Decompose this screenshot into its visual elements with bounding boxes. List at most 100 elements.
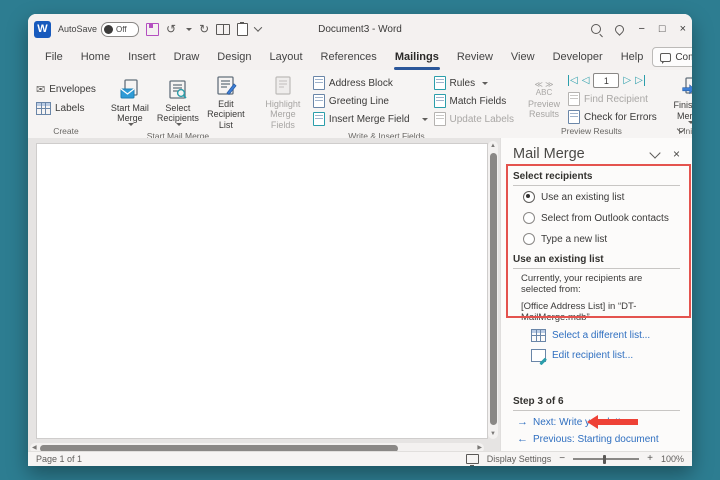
pane-chevron-icon[interactable] (649, 147, 660, 158)
select-recipients-heading: Select recipients (513, 166, 680, 186)
group-label-create: Create (32, 125, 100, 138)
last-record-button[interactable]: ▷ (635, 76, 645, 86)
pane-close-icon[interactable]: × (673, 148, 680, 160)
greeting-line-icon (313, 94, 325, 108)
start-mail-merge-icon (118, 79, 142, 101)
read-mode-icon[interactable] (216, 24, 230, 35)
search-icon[interactable] (591, 24, 601, 34)
tab-review[interactable]: Review (448, 44, 502, 70)
match-fields-icon (434, 94, 446, 108)
autosave-toggle[interactable]: AutoSave Off (58, 22, 139, 37)
undo-icon[interactable]: ↺ (166, 23, 176, 35)
ribbon: ✉ Envelopes Labels Create (28, 70, 692, 139)
update-labels-icon (434, 112, 446, 126)
maximize-button[interactable]: □ (659, 24, 666, 35)
document-page[interactable] (36, 143, 488, 439)
preview-results-button[interactable]: ≪ ≫ ABC Preview Results (523, 78, 565, 120)
zoom-in-button[interactable]: + (647, 454, 653, 464)
quick-access-chevron-icon[interactable] (254, 23, 262, 31)
tab-design[interactable]: Design (208, 44, 260, 70)
radio-selected-icon[interactable] (523, 191, 535, 203)
check-for-errors-button[interactable]: Check for Errors (568, 110, 657, 125)
radio-select-from-outlook[interactable]: Select from Outlook contacts (513, 207, 680, 228)
comments-label: Comments (675, 52, 692, 63)
tab-help[interactable]: Help (612, 44, 653, 70)
tab-file[interactable]: File (36, 44, 72, 70)
first-record-button[interactable]: ◁ (568, 76, 578, 86)
tab-layout[interactable]: Layout (261, 44, 312, 70)
update-labels-button[interactable]: Update Labels (434, 112, 515, 127)
insert-merge-field-button[interactable]: Insert Merge Field (313, 112, 428, 127)
edit-recipient-list-button[interactable]: Edit Recipient List (202, 72, 250, 130)
address-block-button[interactable]: Address Block (313, 76, 428, 91)
zoom-level[interactable]: 100% (661, 454, 684, 464)
edit-recipient-list-link[interactable]: Edit recipient list... (513, 345, 680, 365)
check-for-errors-icon (568, 110, 580, 124)
select-recipients-button[interactable]: Select Recipients (154, 76, 202, 127)
edit-recipient-list-icon (214, 75, 238, 97)
zoom-slider[interactable] (573, 458, 639, 460)
autosave-label: AutoSave (58, 24, 97, 34)
address-block-icon (313, 76, 325, 90)
envelope-icon: ✉ (36, 83, 45, 96)
close-button[interactable]: × (680, 24, 686, 35)
rules-button[interactable]: Rules (434, 76, 515, 91)
vertical-scrollbar[interactable]: ▲ ▼ (488, 141, 498, 439)
radio-icon[interactable] (523, 212, 535, 224)
tab-insert[interactable]: Insert (119, 44, 165, 70)
scroll-up-icon[interactable]: ▲ (488, 143, 498, 149)
previous-arrow-icon: ← (517, 434, 528, 445)
previous-step-link[interactable]: ← Previous: Starting document (513, 428, 680, 445)
page-indicator[interactable]: Page 1 of 1 (36, 454, 82, 464)
recipients-caption: Currently, your recipients are selected … (513, 269, 680, 297)
insert-merge-field-caret-icon (422, 118, 428, 121)
autosave-state: Off (116, 25, 127, 34)
start-mail-merge-button[interactable]: Start Mail Merge (106, 76, 154, 127)
highlight-merge-fields-button[interactable]: Highlight Merge Fields (256, 72, 310, 130)
edit-list-icon (531, 349, 546, 362)
title-bar: W AutoSave Off ↺ ↻ Document3 - Word − □ … (28, 14, 692, 44)
tab-mailings[interactable]: Mailings (386, 44, 448, 70)
match-fields-button[interactable]: Match Fields (434, 94, 515, 109)
next-step-link[interactable]: → Next: Write your letter (513, 411, 680, 428)
zoom-slider-thumb[interactable] (603, 455, 606, 464)
status-bar: Page 1 of 1 Display Settings − + 100% (28, 451, 692, 466)
clipboard-icon[interactable] (237, 23, 248, 36)
tab-draw[interactable]: Draw (165, 44, 209, 70)
next-record-button[interactable]: ▷ (623, 76, 631, 86)
previous-record-button[interactable]: ◁ (582, 76, 590, 86)
select-recipients-icon (166, 79, 190, 101)
tab-view[interactable]: View (502, 44, 544, 70)
radio-type-new-list[interactable]: Type a new list (513, 228, 680, 249)
find-recipient-button[interactable]: Find Recipient (568, 92, 657, 107)
greeting-line-button[interactable]: Greeting Line (313, 94, 428, 109)
radio-use-existing-list[interactable]: Use an existing list (513, 186, 680, 207)
tab-home[interactable]: Home (72, 44, 119, 70)
use-existing-list-heading: Use an existing list (513, 249, 680, 269)
scroll-down-icon[interactable]: ▼ (488, 431, 498, 437)
tab-references[interactable]: References (312, 44, 386, 70)
radio-icon[interactable] (523, 233, 535, 245)
redo-icon[interactable]: ↻ (199, 23, 209, 35)
record-number-input[interactable] (593, 73, 619, 88)
undo-caret-icon[interactable] (186, 28, 192, 31)
zoom-out-button[interactable]: − (559, 454, 565, 464)
comments-button[interactable]: Comments (652, 47, 692, 67)
labels-button[interactable]: Labels (36, 102, 96, 115)
recipients-source: [Office Address List] in “DT-MailMerge.m… (513, 297, 680, 325)
minimize-button[interactable]: − (638, 24, 644, 35)
start-mail-merge-caret-icon (128, 123, 134, 126)
tab-developer[interactable]: Developer (544, 44, 612, 70)
vertical-scroll-thumb[interactable] (490, 153, 497, 425)
presence-pin-icon[interactable] (614, 23, 627, 36)
labels-icon (36, 102, 51, 115)
display-settings-label[interactable]: Display Settings (487, 454, 552, 464)
preview-results-icon: ≪ ≫ ABC (535, 81, 554, 97)
autosave-switch[interactable]: Off (101, 22, 139, 37)
save-icon[interactable] (146, 23, 159, 36)
finish-and-merge-button[interactable]: Finish & Merge (666, 73, 692, 124)
wizard-steps: Step 3 of 6 → Next: Write your letter ← … (501, 396, 692, 445)
envelopes-button[interactable]: ✉ Envelopes (36, 83, 96, 96)
select-different-list-link[interactable]: Select a different list... (513, 325, 680, 345)
finish-merge-caret-icon (688, 121, 692, 124)
